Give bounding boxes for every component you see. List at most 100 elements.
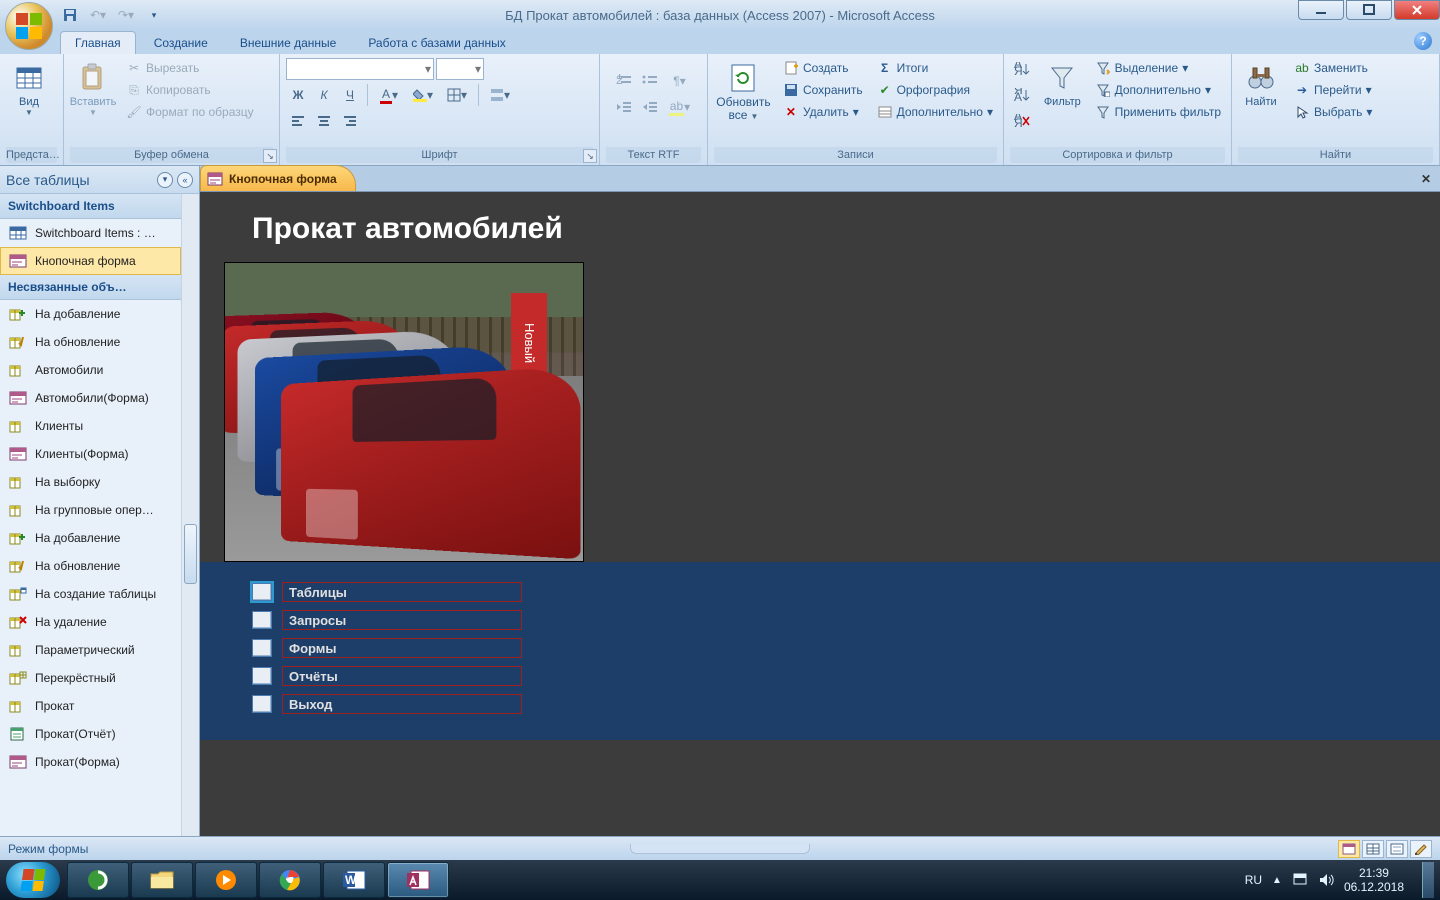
underline-button[interactable]: Ч [338,84,362,106]
fill-color-button[interactable]: ▾ [407,84,439,106]
sort-asc-button[interactable]: АЯ [1010,58,1034,80]
find-button[interactable]: Найти [1238,58,1284,112]
switchboard-button[interactable] [252,583,272,601]
help-button[interactable]: ? [1414,32,1432,50]
clear-sort-button[interactable]: АЯ [1010,110,1034,132]
layout-view-button[interactable] [1386,840,1408,858]
nav-scroll-thumb[interactable] [184,524,197,584]
nav-item[interactable]: Прокат [0,692,181,720]
nav-item[interactable]: На удаление [0,608,181,636]
maximize-button[interactable] [1346,0,1392,20]
nav-item[interactable]: На создание таблицы [0,580,181,608]
start-button[interactable] [6,862,60,898]
language-indicator[interactable]: RU [1245,873,1262,887]
alt-row-color-button[interactable]: ▾ [484,84,516,106]
nav-pane-header[interactable]: Все таблицы ▾ « [0,166,199,194]
office-button[interactable] [5,2,53,50]
tab-external-data[interactable]: Внешние данные [226,32,351,54]
redo-icon[interactable]: ↷▾ [116,5,136,25]
highlight-button[interactable]: ab▾ [664,96,696,118]
selection-filter-button[interactable]: Выделение ▾ [1091,58,1225,78]
nav-scrollbar[interactable] [181,194,199,836]
switchboard-button[interactable] [252,695,272,713]
action-center-icon[interactable] [1292,872,1308,888]
tab-create[interactable]: Создание [140,32,222,54]
font-size-combo[interactable]: ▾ [436,58,484,80]
status-drag-handle[interactable] [630,844,810,854]
numbered-list-button[interactable]: 12 [612,70,636,92]
nav-item[interactable]: Прокат(Форма) [0,748,181,776]
nav-menu-icon[interactable]: ▾ [157,172,173,188]
text-direction-button[interactable]: ¶▾ [664,70,696,92]
sort-desc-button[interactable]: ЯА [1010,84,1034,106]
nav-item[interactable]: Клиенты(Форма) [0,440,181,468]
nav-item[interactable]: На выборку [0,468,181,496]
bulleted-list-button[interactable] [638,70,662,92]
nav-item[interactable]: На добавление [0,300,181,328]
save-record-button[interactable]: Сохранить [779,80,867,100]
nav-item[interactable]: Клиенты [0,412,181,440]
nav-item[interactable]: Switchboard Items : … [0,219,181,247]
filter-button[interactable]: Фильтр [1040,58,1085,112]
totals-button[interactable]: Σ Итоги [873,58,997,78]
font-name-combo[interactable]: ▾ [286,58,434,80]
undo-icon[interactable]: ↶▾ [88,5,108,25]
design-view-button[interactable] [1410,840,1432,858]
nav-item[interactable]: Параметрический [0,636,181,664]
spelling-button[interactable]: ✔ Орфография [873,80,997,100]
nav-item[interactable]: Перекрёстный [0,664,181,692]
refresh-all-button[interactable]: Обновитьвсе ▼ [714,58,773,127]
switchboard-button[interactable] [252,611,272,629]
taskbar-app-torrent[interactable] [67,862,129,898]
nav-item[interactable]: Автомобили(Форма) [0,384,181,412]
align-center-button[interactable] [312,110,336,132]
document-close-button[interactable]: ✕ [1418,171,1434,187]
italic-button[interactable]: К [312,84,336,106]
nav-item[interactable]: На добавление [0,524,181,552]
nav-item[interactable]: Кнопочная форма [0,247,181,275]
taskbar-app-explorer[interactable] [131,862,193,898]
save-icon[interactable] [60,5,80,25]
tab-database-tools[interactable]: Работа с базами данных [354,32,519,54]
toggle-filter-button[interactable]: Применить фильтр [1091,102,1225,122]
show-desktop-button[interactable] [1422,862,1434,898]
taskbar-app-access[interactable] [387,862,449,898]
clipboard-launcher[interactable]: ↘ [263,149,277,163]
delete-record-button[interactable]: ✕ Удалить ▾ [779,102,867,122]
replace-button[interactable]: ab Заменить [1290,58,1376,78]
taskbar-app-word[interactable]: W [323,862,385,898]
taskbar-app-chrome[interactable] [259,862,321,898]
tab-home[interactable]: Главная [60,31,136,54]
advanced-filter-button[interactable]: Дополнительно ▾ [1091,80,1225,100]
increase-indent-button[interactable] [638,96,662,118]
bold-button[interactable]: Ж [286,84,310,106]
more-records-button[interactable]: Дополнительно ▾ [873,102,997,122]
align-left-button[interactable] [286,110,310,132]
clock[interactable]: 21:39 06.12.2018 [1344,866,1404,894]
document-tab[interactable]: Кнопочная форма [200,165,356,191]
minimize-button[interactable] [1298,0,1344,20]
select-button[interactable]: Выбрать ▾ [1290,102,1376,122]
taskbar-app-media[interactable] [195,862,257,898]
nav-collapse-icon[interactable]: « [177,172,193,188]
decrease-indent-button[interactable] [612,96,636,118]
nav-item[interactable]: Автомобили [0,356,181,384]
nav-item[interactable]: На обновление [0,552,181,580]
font-color-button[interactable]: А▾ [373,84,405,106]
switchboard-button[interactable] [252,639,272,657]
align-right-button[interactable] [338,110,362,132]
nav-group-switchboard[interactable]: Switchboard Items⌃ [0,194,199,219]
volume-icon[interactable] [1318,872,1334,888]
font-launcher[interactable]: ↘ [583,149,597,163]
gridlines-button[interactable]: ▾ [441,84,473,106]
nav-item[interactable]: На групповые опер… [0,496,181,524]
paste-button[interactable]: Вставить ▼ [70,58,116,121]
datasheet-view-button[interactable] [1362,840,1384,858]
nav-group-unrelated[interactable]: Несвязанные объ…⌃ [0,275,199,300]
tray-chevron-icon[interactable]: ▲ [1272,875,1282,886]
goto-button[interactable]: ➔ Перейти ▾ [1290,80,1376,100]
form-view-button[interactable] [1338,840,1360,858]
close-button[interactable] [1394,0,1440,20]
nav-item[interactable]: На обновление [0,328,181,356]
qat-customize-icon[interactable]: ▾ [144,5,164,25]
